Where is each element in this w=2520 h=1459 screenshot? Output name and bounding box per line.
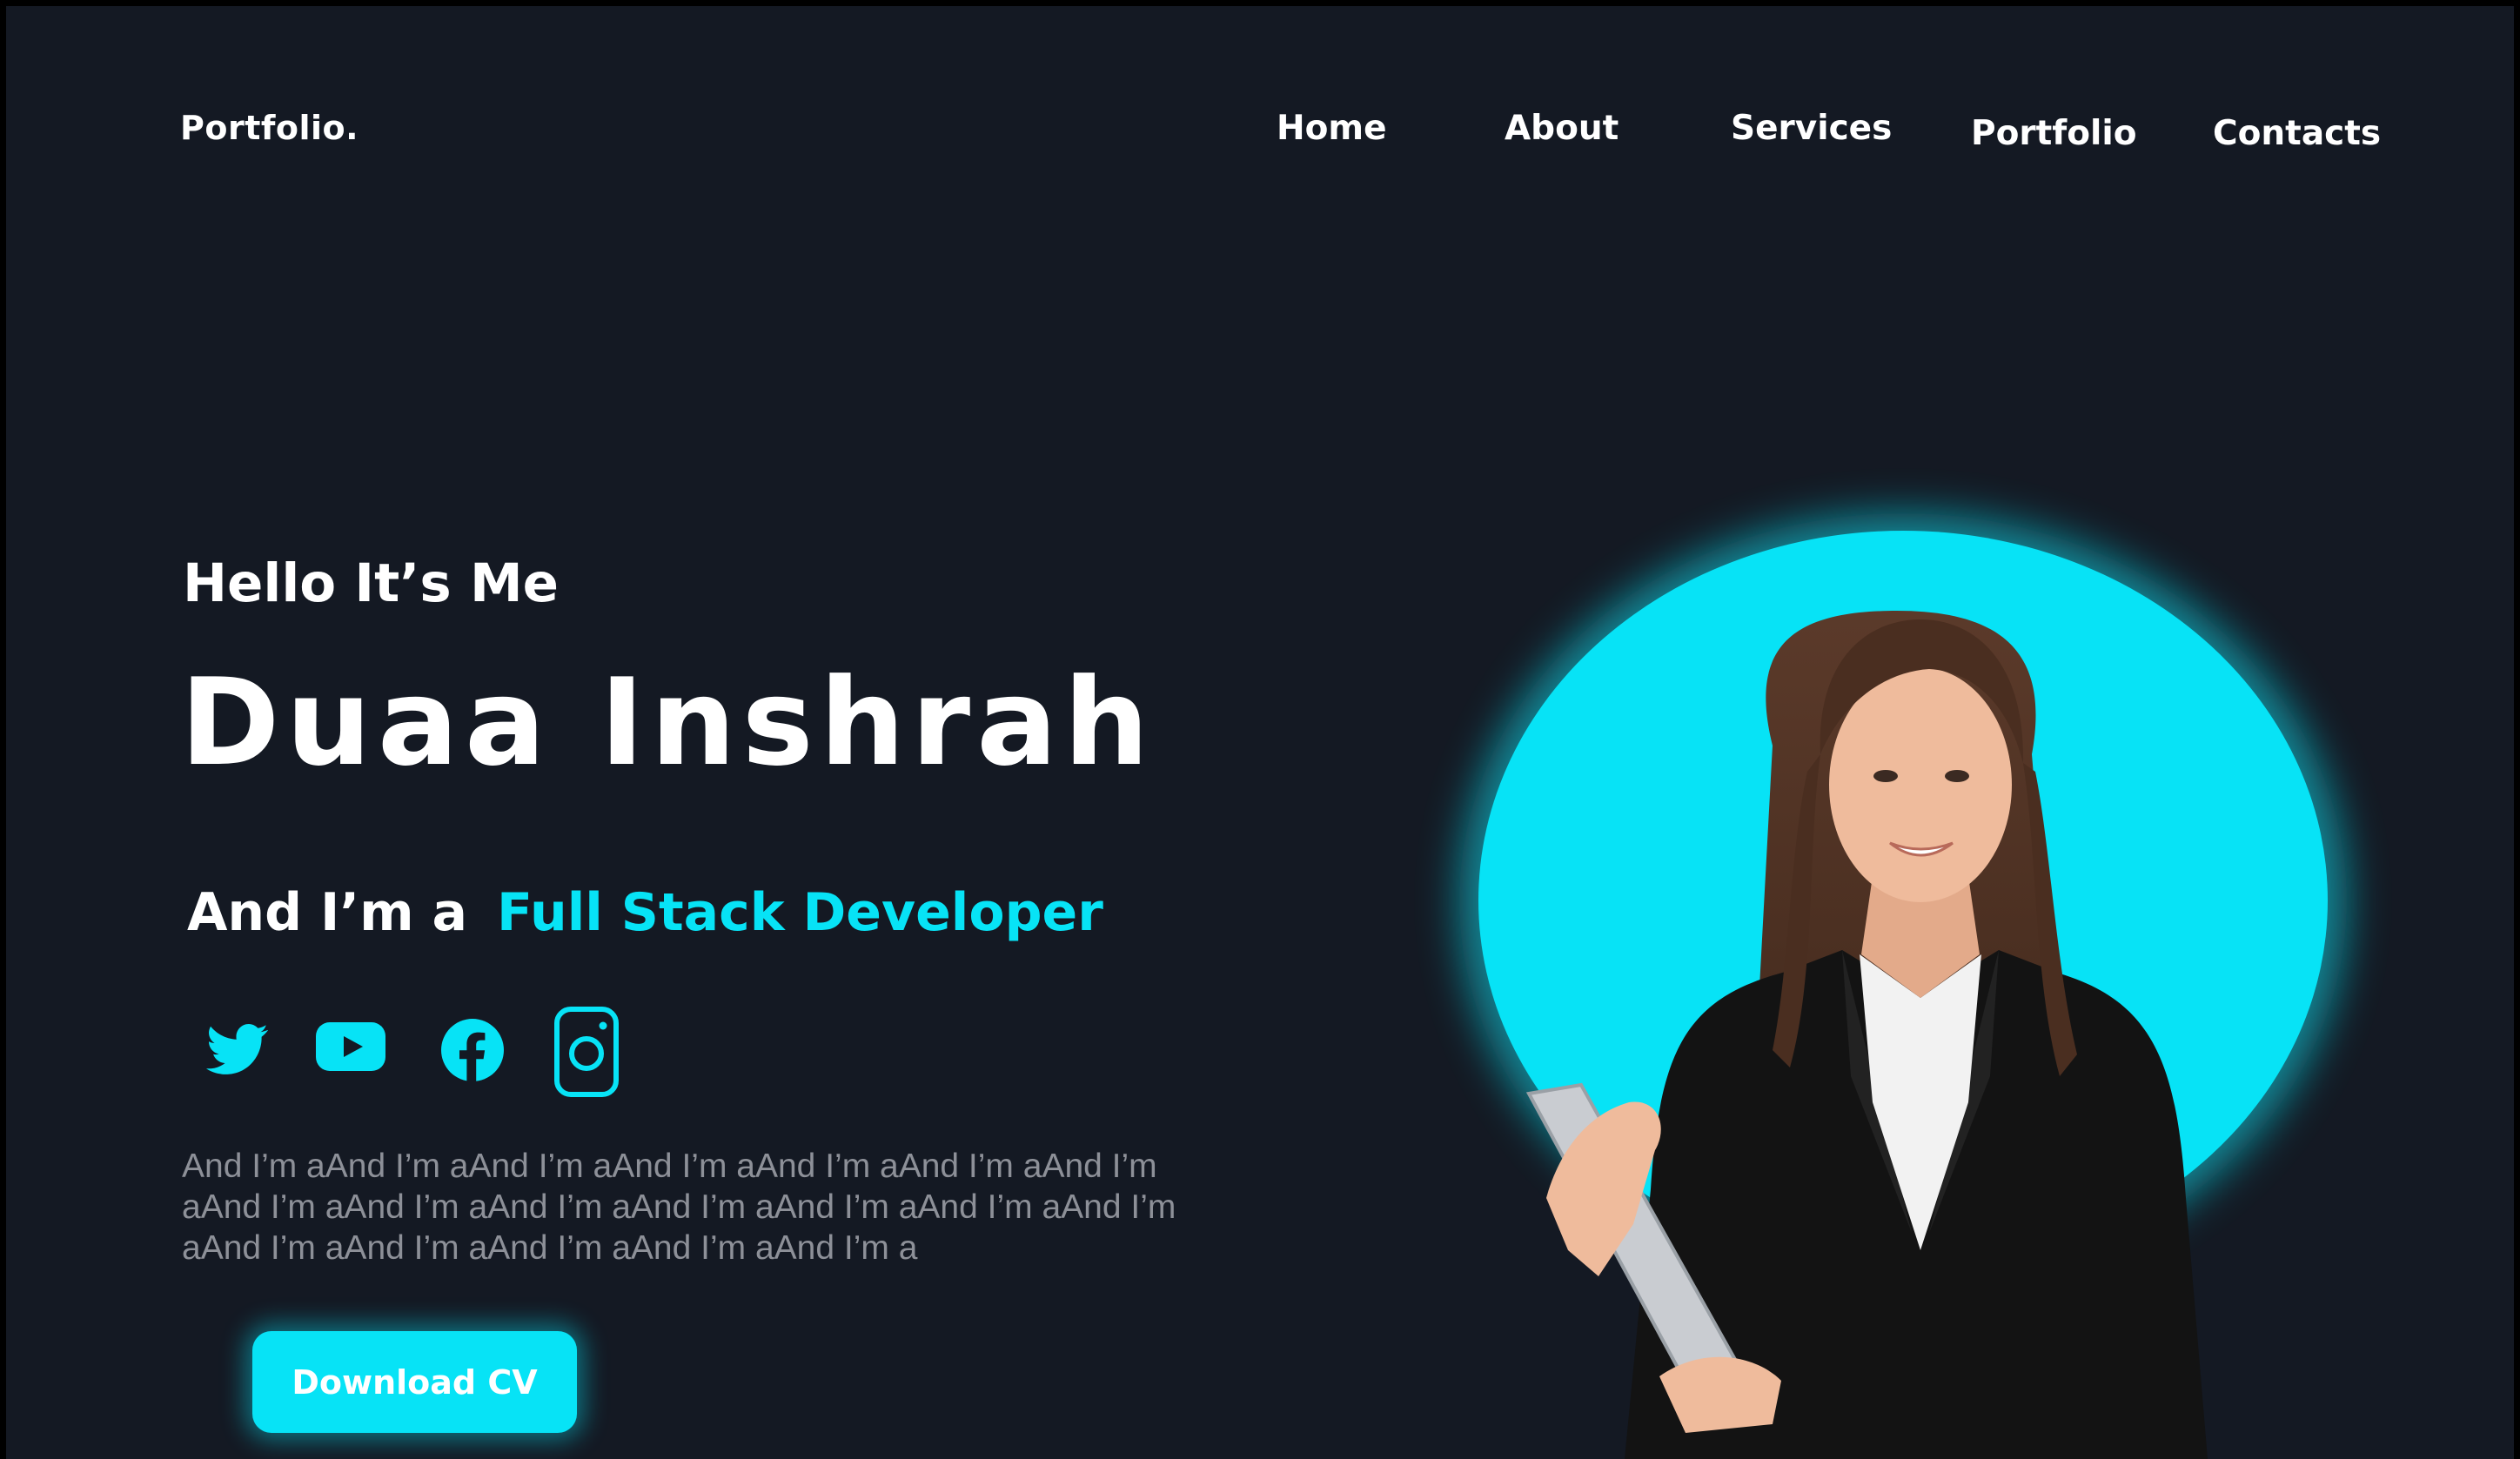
nav-contacts[interactable]: Contacts — [2213, 114, 2381, 153]
facebook-icon[interactable] — [441, 1019, 504, 1081]
nav-services[interactable]: Services — [1731, 109, 1892, 148]
hero-name: Duaa Inshrah — [180, 653, 1156, 793]
role-title: Full Stack Developer — [497, 882, 1103, 943]
youtube-icon[interactable] — [316, 1022, 385, 1071]
nav-home[interactable]: Home — [1277, 109, 1387, 148]
instagram-icon[interactable] — [554, 1007, 619, 1097]
nav-about[interactable]: About — [1505, 109, 1619, 148]
twitter-icon[interactable] — [206, 1024, 269, 1076]
nav-portfolio[interactable]: Portfolio — [1971, 114, 2137, 153]
social-links — [201, 1007, 636, 1111]
download-cv-button[interactable]: Download CV — [252, 1331, 577, 1433]
hero-bio: And I’m aAnd I’m aAnd I’m aAnd I’m aAnd … — [182, 1148, 1176, 1267]
site-logo[interactable]: Portfolio. — [180, 109, 359, 147]
hero-portrait — [1459, 513, 2347, 1459]
hero-role-line: And I’m a Full Stack Developer — [187, 882, 1103, 943]
role-prefix: And I’m a — [187, 882, 468, 943]
hero-greeting: Hello It’s Me — [183, 552, 560, 614]
portfolio-page: Portfolio. Home About Services Portfolio… — [6, 6, 2514, 1459]
